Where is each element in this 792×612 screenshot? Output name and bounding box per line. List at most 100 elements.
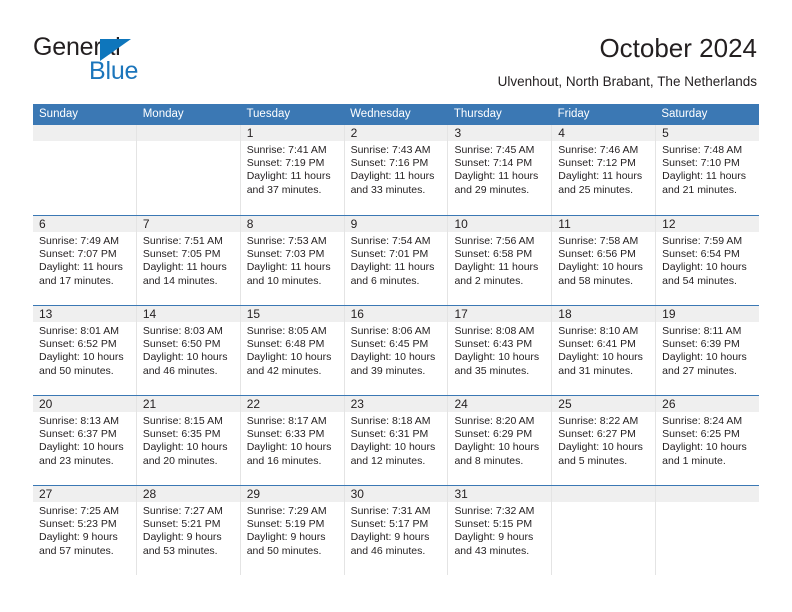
calendar-day-cell[interactable]: 8 Sunrise: 7:53 AM Sunset: 7:03 PM Daylight… — [239, 216, 344, 305]
calendar-day-cell[interactable]: 3 Sunrise: 7:45 AM Sunset: 7:14 PM Daylight… — [447, 125, 552, 215]
calendar-day-cell[interactable]: 29 Sunrise: 7:29 AM Sunset: 5:19 PM Dayligh… — [239, 486, 344, 575]
day-details: Sunrise: 8:18 AM Sunset: 6:31 PM Daylight:… — [345, 412, 448, 468]
calendar-day-cell[interactable]: 21 Sunrise: 8:15 AM Sunset: 6:35 PM Dayligh… — [135, 396, 240, 485]
calendar-day-cell[interactable]: 7 Sunrise: 7:51 AM Sunset: 7:05 PM Daylight… — [135, 216, 240, 305]
calendar-day-cell[interactable]: 28 Sunrise: 7:27 AM Sunset: 5:21 PM Dayligh… — [135, 486, 240, 575]
weekday-header-thursday: Thursday — [453, 108, 502, 120]
sunrise-text: Sunrise: 7:48 AM — [662, 144, 743, 156]
sunrise-text: Sunrise: 8:13 AM — [39, 415, 119, 427]
calendar-day-cell[interactable]: 31 Sunrise: 7:32 AM Sunset: 5:15 PM Dayligh… — [447, 486, 552, 575]
sunset-text: Sunset: 5:15 PM — [454, 518, 533, 531]
calendar-day-cell[interactable]: 12 Sunrise: 7:59 AM Sunset: 6:54 PM Dayligh… — [655, 216, 760, 305]
calendar-day-cell[interactable]: 14 Sunrise: 8:03 AM Sunset: 6:50 PM Dayligh… — [135, 306, 240, 395]
brand-logo[interactable]: General Blue — [33, 33, 213, 85]
daylight-text: Daylight: 11 hours and 2 minutes. — [454, 261, 539, 287]
day-number-band: 23 — [344, 396, 448, 412]
day-number: 4 — [558, 126, 565, 140]
calendar-day-cell[interactable]: 5 Sunrise: 7:48 AM Sunset: 7:10 PM Daylight… — [655, 125, 760, 215]
day-number: 6 — [39, 217, 46, 231]
day-details: Sunrise: 8:08 AM Sunset: 6:43 PM Daylight:… — [448, 322, 551, 378]
daylight-text: Daylight: 11 hours and 14 minutes. — [142, 261, 227, 287]
sunrise-text: Sunrise: 7:41 AM — [246, 144, 327, 156]
calendar-day-cell[interactable]: 24 Sunrise: 8:20 AM Sunset: 6:29 PM Dayligh… — [447, 396, 552, 485]
calendar-day-cell[interactable]: 25 Sunrise: 8:22 AM Sunset: 6:27 PM Dayligh… — [551, 396, 656, 485]
day-number: 30 — [350, 487, 364, 501]
day-number-band: 21 — [136, 396, 240, 412]
day-details: Sunrise: 8:11 AM Sunset: 6:39 PM Daylight:… — [656, 322, 759, 378]
day-number-band: 19 — [656, 306, 760, 322]
daylight-text: Daylight: 11 hours and 21 minutes. — [662, 170, 747, 196]
calendar-day-cell[interactable]: 18 Sunrise: 8:10 AM Sunset: 6:41 PM Dayligh… — [551, 306, 656, 395]
calendar-page: General Blue October 2024 Ulvenhout, Nor… — [0, 0, 792, 612]
sunrise-text: Sunrise: 8:20 AM — [454, 415, 535, 427]
day-number-band: 7 — [136, 216, 240, 232]
sunrise-text: Sunrise: 7:56 AM — [454, 235, 535, 247]
day-number: 3 — [454, 126, 462, 140]
day-number-band: 2 — [344, 125, 448, 141]
day-number: 18 — [558, 307, 572, 321]
day-details: Sunrise: 7:43 AM Sunset: 7:16 PM Daylight:… — [345, 141, 448, 197]
day-details: Sunrise: 7:51 AM Sunset: 7:05 PM Daylight:… — [137, 232, 240, 288]
calendar-day-cell[interactable]: 13 Sunrise: 8:01 AM Sunset: 6:52 PM Dayligh… — [33, 306, 136, 395]
calendar-day-cell[interactable]: 22 Sunrise: 8:17 AM Sunset: 6:33 PM Dayligh… — [239, 396, 344, 485]
day-details: Sunrise: 8:22 AM Sunset: 6:27 PM Daylight:… — [552, 412, 655, 468]
calendar-day-cell[interactable]: 16 Sunrise: 8:06 AM Sunset: 6:45 PM Dayligh… — [343, 306, 448, 395]
sunrise-text: Sunrise: 7:31 AM — [350, 505, 431, 517]
calendar-day-cell[interactable]: 20 Sunrise: 8:13 AM Sunset: 6:37 PM Dayligh… — [33, 396, 136, 485]
day-number: 23 — [350, 397, 364, 411]
day-details: Sunrise: 7:27 AM Sunset: 5:21 PM Daylight:… — [137, 502, 240, 558]
sunset-text: Sunset: 7:03 PM — [246, 248, 325, 261]
day-number-band: 24 — [448, 396, 552, 412]
calendar-day-cell[interactable]: 4 Sunrise: 7:46 AM Sunset: 7:12 PM Daylight… — [551, 125, 656, 215]
calendar-day-cell[interactable]: 1 Sunrise: 7:41 AM Sunset: 7:19 PM Daylight… — [239, 125, 344, 215]
sunset-text: Sunset: 6:31 PM — [350, 428, 429, 441]
sunset-text: Sunset: 7:05 PM — [142, 248, 221, 261]
daylight-text: Daylight: 10 hours and 50 minutes. — [39, 351, 124, 377]
day-number: 12 — [662, 217, 676, 231]
daylight-text: Daylight: 10 hours and 58 minutes. — [558, 261, 643, 287]
day-number-band — [33, 125, 136, 141]
calendar-week-inner: 1 Sunrise: 7:41 AM Sunset: 7:19 PM Daylight… — [33, 125, 760, 215]
sunrise-text: Sunrise: 8:10 AM — [558, 325, 639, 337]
sunset-text: Sunset: 6:58 PM — [454, 248, 533, 261]
calendar-day-cell[interactable]: 30 Sunrise: 7:31 AM Sunset: 5:17 PM Dayligh… — [343, 486, 448, 575]
daylight-text: Daylight: 9 hours and 46 minutes. — [350, 531, 430, 557]
sunrise-text: Sunrise: 8:22 AM — [558, 415, 639, 427]
calendar-day-cell[interactable]: 19 Sunrise: 8:11 AM Sunset: 6:39 PM Dayligh… — [655, 306, 760, 395]
page-subtitle: Ulvenhout, North Brabant, The Netherland… — [497, 74, 757, 89]
calendar-day-cell[interactable]: 6 Sunrise: 7:49 AM Sunset: 7:07 PM Daylight… — [33, 216, 136, 305]
sunset-text: Sunset: 7:12 PM — [558, 157, 636, 170]
sunrise-text: Sunrise: 8:05 AM — [246, 325, 327, 337]
calendar-day-cell[interactable]: 23 Sunrise: 8:18 AM Sunset: 6:31 PM Dayligh… — [343, 396, 448, 485]
calendar-day-cell[interactable]: 2 Sunrise: 7:43 AM Sunset: 7:16 PM Daylight… — [343, 125, 448, 215]
calendar-day-cell[interactable]: 15 Sunrise: 8:05 AM Sunset: 6:48 PM Dayligh… — [239, 306, 344, 395]
calendar-day-cell[interactable]: 9 Sunrise: 7:54 AM Sunset: 7:01 PM Daylight… — [343, 216, 448, 305]
sunrise-text: Sunrise: 7:45 AM — [454, 144, 535, 156]
calendar-day-cell-empty — [655, 486, 760, 575]
calendar-weeks: 1 Sunrise: 7:41 AM Sunset: 7:19 PM Daylight… — [33, 125, 760, 575]
sunrise-text: Sunrise: 8:08 AM — [454, 325, 535, 337]
day-number-band: 29 — [240, 486, 344, 502]
day-details: Sunrise: 7:58 AM Sunset: 6:56 PM Daylight:… — [552, 232, 655, 288]
calendar-day-cell[interactable]: 17 Sunrise: 8:08 AM Sunset: 6:43 PM Dayligh… — [447, 306, 552, 395]
day-number: 19 — [662, 307, 676, 321]
sunrise-text: Sunrise: 8:18 AM — [350, 415, 431, 427]
sunset-text: Sunset: 6:39 PM — [662, 338, 740, 351]
day-number: 22 — [246, 397, 261, 411]
calendar-day-cell[interactable]: 10 Sunrise: 7:56 AM Sunset: 6:58 PM Dayligh… — [447, 216, 552, 305]
calendar-day-cell[interactable]: 11 Sunrise: 7:58 AM Sunset: 6:56 PM Dayligh… — [551, 216, 656, 305]
day-details: Sunrise: 8:01 AM Sunset: 6:52 PM Daylight:… — [33, 322, 136, 378]
daylight-text: Daylight: 10 hours and 31 minutes. — [558, 351, 643, 377]
sunrise-text: Sunrise: 8:06 AM — [350, 325, 431, 337]
calendar-day-cell[interactable]: 26 Sunrise: 8:24 AM Sunset: 6:25 PM Dayligh… — [655, 396, 760, 485]
calendar-week-row: 1 Sunrise: 7:41 AM Sunset: 7:19 PM Daylight… — [33, 125, 760, 215]
sunset-text: Sunset: 6:45 PM — [350, 338, 429, 351]
day-details: Sunrise: 8:24 AM Sunset: 6:25 PM Daylight:… — [656, 412, 759, 468]
day-number-band: 25 — [552, 396, 656, 412]
calendar-day-cell[interactable]: 27 Sunrise: 7:25 AM Sunset: 5:23 PM Dayligh… — [33, 486, 136, 575]
day-number-band: 11 — [552, 216, 656, 232]
daylight-text: Daylight: 10 hours and 12 minutes. — [350, 441, 436, 467]
daylight-text: Daylight: 10 hours and 8 minutes. — [454, 441, 540, 467]
sunrise-text: Sunrise: 7:46 AM — [558, 144, 639, 156]
day-number-band: 9 — [344, 216, 448, 232]
